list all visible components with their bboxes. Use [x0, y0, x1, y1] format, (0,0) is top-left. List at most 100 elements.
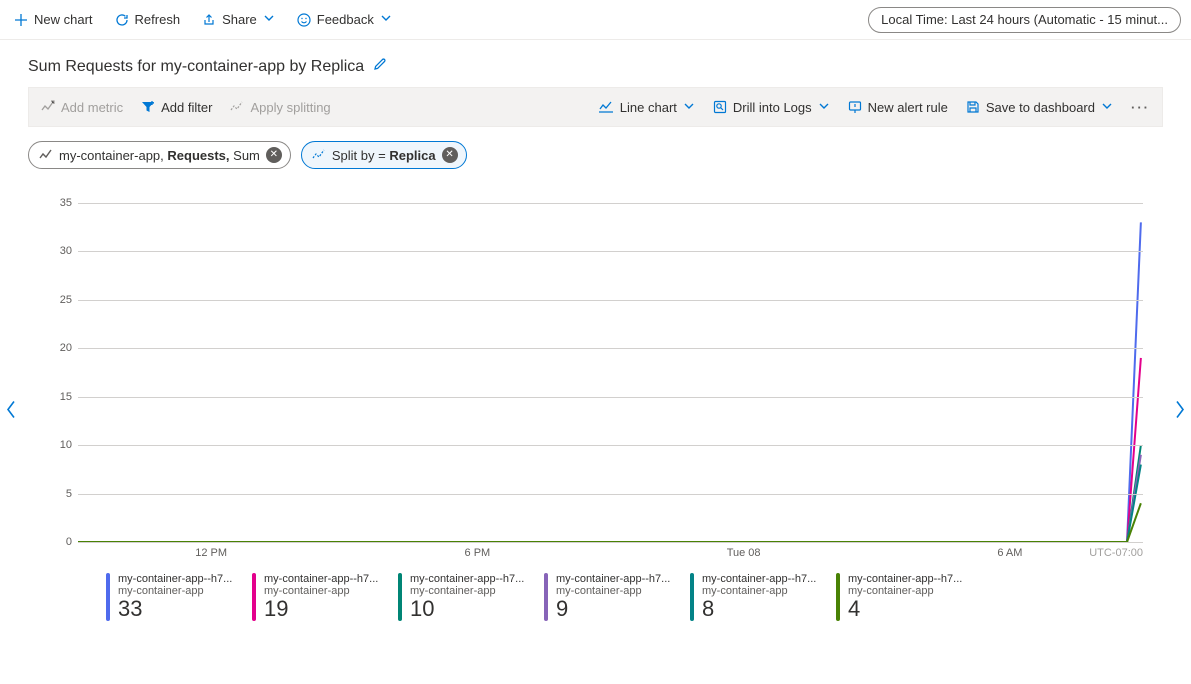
metric-pill-agg: Sum: [230, 148, 260, 163]
time-range-label: Local Time: Last 24 hours (Automatic - 1…: [881, 12, 1168, 27]
alert-icon: [848, 100, 862, 114]
gridline: [78, 203, 1143, 204]
split-pill-prefix: Split by =: [332, 148, 389, 163]
legend-series-value: 33: [118, 597, 232, 621]
legend-series-name: my-container-app--h7...: [848, 573, 962, 585]
legend-color-swatch: [836, 573, 840, 621]
metric-pill-metric: Requests,: [167, 148, 229, 163]
save-icon: [966, 100, 980, 114]
edit-title-button[interactable]: [372, 56, 388, 77]
legend-series-name: my-container-app--h7...: [118, 573, 232, 585]
legend-item[interactable]: my-container-app--h7...my-container-app4: [836, 573, 976, 621]
legend-series-name: my-container-app--h7...: [556, 573, 670, 585]
time-range-picker[interactable]: Local Time: Last 24 hours (Automatic - 1…: [868, 7, 1181, 33]
x-tick-label: 6 PM: [465, 547, 491, 559]
split-pill[interactable]: Split by = Replica ✕: [301, 141, 467, 169]
gridline: [78, 494, 1143, 495]
save-to-dashboard-button[interactable]: Save to dashboard: [962, 92, 1117, 122]
legend-series-name: my-container-app--h7...: [410, 573, 524, 585]
smiley-icon: [297, 13, 311, 27]
legend-item[interactable]: my-container-app--h7...my-container-app3…: [106, 573, 246, 621]
gridline: [78, 542, 1143, 543]
chevron-down-icon: [1101, 100, 1113, 115]
legend-series-value: 4: [848, 597, 962, 621]
split-pill-value: Replica: [389, 148, 435, 163]
gridline: [78, 397, 1143, 398]
legend-color-swatch: [690, 573, 694, 621]
share-label: Share: [222, 12, 257, 27]
refresh-button[interactable]: Refresh: [111, 4, 185, 36]
refresh-icon: [115, 13, 129, 27]
legend-item[interactable]: my-container-app--h7...my-container-app9: [544, 573, 684, 621]
x-tick-label: 12 PM: [195, 547, 227, 559]
chart-type-label: Line chart: [620, 100, 677, 115]
chart-plot-area[interactable]: 05101520253035: [78, 203, 1143, 543]
chart-type-dropdown[interactable]: Line chart: [594, 92, 699, 122]
y-tick-label: 15: [40, 391, 72, 403]
add-filter-label: Add filter: [161, 100, 212, 115]
x-tick-label: Tue 08: [727, 547, 761, 559]
legend-series-name: my-container-app--h7...: [702, 573, 816, 585]
chevron-down-icon: [380, 12, 392, 27]
more-menu-button[interactable]: ···: [1127, 100, 1154, 115]
y-tick-label: 20: [40, 342, 72, 354]
legend-color-swatch: [106, 573, 110, 621]
line-chart-icon: [598, 100, 614, 114]
chart-config-bar: Add metric Add filter Apply splitting Li…: [28, 87, 1163, 127]
y-tick-label: 35: [40, 197, 72, 209]
add-filter-button[interactable]: Add filter: [137, 92, 216, 122]
legend-series-name: my-container-app--h7...: [264, 573, 378, 585]
metric-pill-row: my-container-app, Requests, Sum ✕ Split …: [0, 127, 1191, 173]
legend-series-value: 9: [556, 597, 670, 621]
chart-zone: 05101520253035 UTC-07:00 12 PM 6 PM Tue 08…: [0, 173, 1191, 651]
split-icon: [312, 149, 326, 161]
next-time-button[interactable]: [1173, 399, 1187, 426]
new-chart-button[interactable]: New chart: [10, 4, 97, 36]
add-metric-button[interactable]: Add metric: [37, 92, 127, 122]
legend-item[interactable]: my-container-app--h7...my-container-app8: [690, 573, 830, 621]
new-chart-label: New chart: [34, 12, 93, 27]
refresh-label: Refresh: [135, 12, 181, 27]
x-tick-label: 6 AM: [997, 547, 1022, 559]
remove-metric-button[interactable]: ✕: [266, 147, 282, 163]
legend-item[interactable]: my-container-app--h7...my-container-app1…: [398, 573, 538, 621]
logs-icon: [713, 100, 727, 114]
remove-split-button[interactable]: ✕: [442, 147, 458, 163]
metric-pill[interactable]: my-container-app, Requests, Sum ✕: [28, 141, 291, 169]
legend-item[interactable]: my-container-app--h7...my-container-app1…: [252, 573, 392, 621]
top-toolbar: New chart Refresh Share Feedback Local T…: [0, 0, 1191, 40]
legend-row: my-container-app--h7...my-container-app3…: [28, 567, 1163, 641]
new-alert-rule-label: New alert rule: [868, 100, 948, 115]
apply-splitting-button[interactable]: Apply splitting: [226, 92, 334, 122]
metric-pill-resource: my-container-app,: [59, 148, 167, 163]
prev-time-button[interactable]: [4, 399, 18, 426]
filter-icon: [141, 100, 155, 114]
y-tick-label: 0: [40, 536, 72, 548]
share-icon: [202, 13, 216, 27]
new-alert-rule-button[interactable]: New alert rule: [844, 92, 952, 122]
gridline: [78, 348, 1143, 349]
add-metric-label: Add metric: [61, 100, 123, 115]
apply-splitting-label: Apply splitting: [250, 100, 330, 115]
legend-series-sub: my-container-app: [848, 585, 962, 597]
chevron-down-icon: [263, 12, 275, 27]
chart-title-row: Sum Requests for my-container-app by Rep…: [0, 40, 1191, 87]
legend-series-sub: my-container-app: [702, 585, 816, 597]
legend-series-value: 10: [410, 597, 524, 621]
plus-icon: [14, 13, 28, 27]
legend-series-value: 8: [702, 597, 816, 621]
legend-series-sub: my-container-app: [556, 585, 670, 597]
legend-color-swatch: [544, 573, 548, 621]
metric-icon: [39, 149, 53, 161]
y-tick-label: 30: [40, 245, 72, 257]
gridline: [78, 445, 1143, 446]
drill-into-logs-button[interactable]: Drill into Logs: [709, 92, 834, 122]
share-button[interactable]: Share: [198, 4, 279, 36]
metric-icon: [41, 100, 55, 114]
feedback-button[interactable]: Feedback: [293, 4, 396, 36]
legend-color-swatch: [398, 573, 402, 621]
chevron-down-icon: [683, 100, 695, 115]
timezone-label: UTC-07:00: [1089, 547, 1143, 559]
x-axis: UTC-07:00 12 PM 6 PM Tue 08 6 AM: [78, 547, 1143, 567]
chevron-down-icon: [818, 100, 830, 115]
